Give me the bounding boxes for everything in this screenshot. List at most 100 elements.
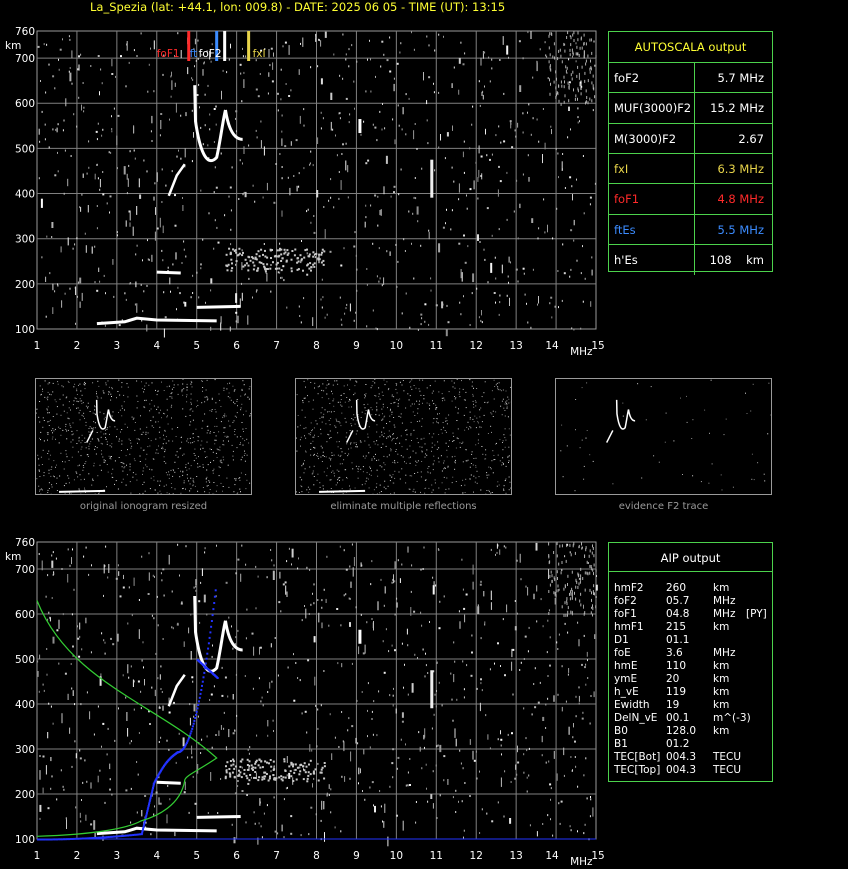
bottom-ionogram-es2-trace	[156, 780, 181, 785]
bottom-ionogram-xtick-label: 8	[313, 850, 320, 862]
top-ionogram-xtick-label: 8	[313, 340, 320, 352]
aip-row-value: 110	[666, 660, 687, 672]
aip-row-name: ymE	[614, 673, 638, 685]
top-ionogram-f1-trace	[167, 163, 186, 197]
autoscala-row-value: 2.67	[738, 131, 764, 146]
aip-row-unit: km	[713, 725, 730, 737]
autoscala-row: MUF(3000)F2 15.2 MHz	[609, 92, 772, 124]
thumbnail-f2-trace	[95, 399, 116, 430]
thumbnail-evidence-f2-caption: evidence F2 trace	[618, 501, 709, 512]
bottom-ionogram-y-unit: km	[5, 551, 21, 563]
autoscala-row-label: foF2	[614, 71, 640, 85]
top-ionogram-noise	[37, 31, 597, 338]
aip-row-unit: TECU	[713, 751, 742, 763]
aip-row-name: hmE	[614, 660, 638, 672]
aip-row-unit: TECU	[713, 764, 742, 776]
top-ionogram-xtick-label: 9	[353, 340, 360, 352]
top-ionogram-ytick-label: 300	[15, 234, 35, 246]
aip-row-unit: MHz	[713, 595, 736, 607]
top-ionogram-xtick-label: 1	[34, 340, 41, 352]
autoscala-row-value: 108 km	[709, 252, 764, 267]
aip-row: foE 3.6 MHz	[614, 647, 769, 660]
thumbnail-original-caption: original ionogram resized	[79, 501, 208, 512]
bottom-ionogram-xtick-label: 7	[273, 850, 280, 862]
top-ionogram-plot: 760700600500400300200100km1 2 3 4 5 6 7 8 9 10 11 1…	[5, 26, 605, 358]
top-ionogram-ytick-label: 600	[15, 98, 35, 110]
marker-fxI-label: fxI	[253, 48, 266, 60]
aip-row-name: B1	[614, 738, 628, 750]
autoscala-row-label: foF1	[614, 192, 640, 207]
thumbnail-eliminate-multiple-caption: eliminate multiple reflections	[330, 501, 477, 512]
autoscala-row-value: 5.7 MHz	[717, 71, 764, 85]
thumbnail-f1-trace	[606, 430, 614, 443]
autoscala-row-value: 15.2 MHz	[710, 101, 764, 116]
aip-row: hmF2 260 km	[614, 582, 769, 595]
aip-row-value: 3.6	[666, 647, 683, 659]
top-ionogram-x-unit: MHz	[570, 346, 593, 358]
aip-row-value: 19	[666, 699, 680, 711]
thumbnail-original-image	[36, 379, 251, 494]
autoscala-row: foF2 5.7 MHz	[609, 62, 772, 93]
aip-row-unit: km	[713, 699, 730, 711]
bottom-ionogram-xtick-label: 12	[470, 850, 483, 862]
autoscala-row-label: ftEs	[614, 222, 636, 237]
aip-row-value: 128.0	[666, 725, 697, 737]
aip-row-name: B0	[614, 725, 628, 737]
thumbnail-es-trace	[319, 489, 366, 493]
top-ionogram-y-unit: km	[5, 40, 21, 52]
aip-row-name: foE	[614, 647, 631, 659]
bottom-ionogram-ytick-label: 760	[15, 537, 35, 549]
aip-row: TEC[Bot] 004.3 TECU	[614, 751, 769, 764]
aip-row: TEC[Top] 004.3 TECU	[614, 764, 769, 777]
aip-row-name: hmF1	[614, 621, 644, 633]
autoscala-row-label: MUF(3000)F2	[614, 101, 692, 116]
aip-row-unit: km	[713, 673, 730, 685]
marker-foF2-line	[223, 31, 227, 61]
bottom-ionogram-xtick-label: 9	[353, 850, 360, 862]
thumbnail-f1-trace	[346, 430, 354, 443]
top-ionogram-xtick-label: 7	[273, 340, 280, 352]
marker-foF1-label: foF1	[157, 48, 180, 60]
bottom-ionogram-plot: 760700600500400300200100km1 2 3 4 5 6 7 8 9 10 11 1…	[5, 537, 605, 868]
bottom-ionogram-xtick-label: 14	[545, 850, 559, 862]
aip-row: hmF1 215 km	[614, 621, 769, 634]
thumbnail-eliminate-multiple[interactable]	[295, 378, 512, 495]
thumbnail-eliminate-multiple-image	[296, 379, 511, 494]
top-ionogram-f2x-trace	[223, 109, 243, 141]
aip-row: hmE 110 km	[614, 660, 769, 673]
aip-panel: AIP output hmF2 260 km foF2 05.7 MHz foF1 04.8 M…	[608, 542, 773, 782]
aip-row: h_vE 119 km	[614, 686, 769, 699]
top-ionogram-ytick-label: 400	[15, 189, 35, 201]
marker-foF2-label: foF2	[199, 48, 222, 60]
aip-row: ymE 20 km	[614, 673, 769, 686]
bottom-ionogram-ytick-label: 300	[15, 744, 35, 756]
autoscala-row: h'Es 108 km	[609, 243, 772, 275]
autoscala-row-label: M(3000)F2	[614, 131, 677, 146]
thumbnail-evidence-f2[interactable]	[555, 378, 772, 495]
top-ionogram-xtick-label: 10	[390, 340, 403, 352]
bottom-ionogram-xtick-label: 1	[34, 850, 41, 862]
bottom-ionogram-xtick-label: 3	[114, 850, 121, 862]
aip-row-extra: [PY]	[746, 608, 767, 620]
bottom-ionogram-ytick-label: 100	[15, 834, 35, 846]
aip-row-value: 05.7	[666, 595, 690, 607]
aip-row: D1 01.1	[614, 634, 769, 647]
aip-row-name: foF1	[614, 608, 637, 620]
aip-row-name: foF2	[614, 595, 637, 607]
aip-row: foF1 04.8 MHz [PY]	[614, 608, 769, 621]
top-ionogram-spike	[358, 119, 362, 134]
top-ionogram-xtick-label: 5	[193, 340, 200, 352]
aip-row-unit: km	[713, 582, 730, 594]
aip-row: B1 01.2	[614, 738, 769, 751]
top-ionogram-es2-trace	[156, 270, 181, 275]
top-ionogram-xtick-label: 15	[591, 340, 604, 352]
aip-row-value: 04.8	[666, 608, 690, 620]
thumbnail-original[interactable]	[35, 378, 252, 495]
bottom-ionogram-ytick-label: 200	[15, 789, 35, 801]
thumbnail-evidence-f2-image	[560, 379, 771, 492]
top-ionogram-spike	[430, 159, 434, 198]
marker-ft-label: ft	[190, 48, 198, 60]
bottom-ionogram-xtick-label: 11	[430, 850, 443, 862]
autoscala-row: ftEs 5.5 MHz	[609, 213, 772, 245]
bottom-ionogram-xtick-label: 10	[390, 850, 403, 862]
